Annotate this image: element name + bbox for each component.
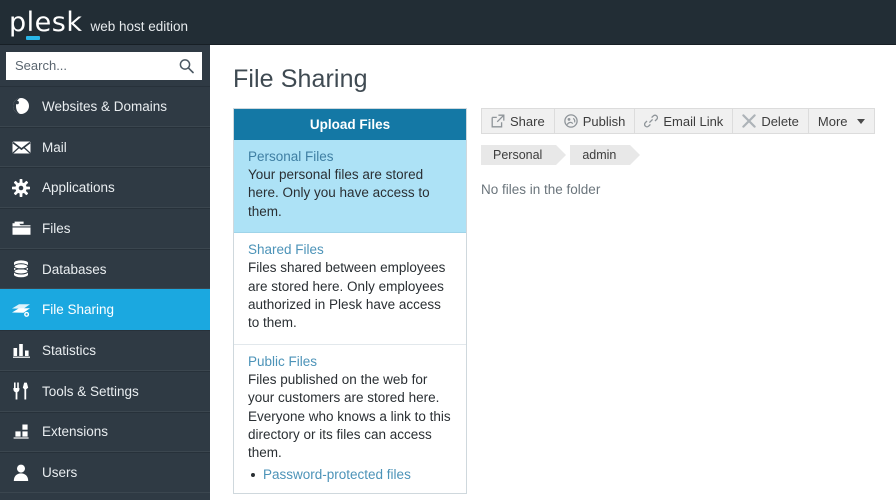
bar-chart-icon — [10, 339, 32, 361]
fork-knife-icon — [10, 380, 32, 402]
breadcrumb: Personal admin — [481, 145, 896, 165]
email-link-button[interactable]: Email Link — [634, 108, 733, 134]
content-row: Upload Files Personal Files Your persona… — [210, 94, 896, 494]
folder-description: Files published on the web for your cust… — [248, 371, 451, 461]
sidebar-item-label: Websites & Domains — [42, 98, 168, 114]
blocks-icon — [10, 421, 32, 443]
sidebar: Websites & Domains Mail — [0, 45, 210, 500]
sidebar-item-file-sharing[interactable]: File Sharing — [0, 289, 210, 331]
folder-link-shared-files[interactable]: Shared Files — [248, 242, 454, 257]
logo-edition-label: web host edition — [90, 18, 189, 34]
sidebar-item-databases[interactable]: Databases — [0, 248, 210, 290]
sidebar-item-label: File Sharing — [42, 302, 115, 318]
folder-description: Files shared between employees are store… — [248, 260, 446, 331]
folders-info-panel: Upload Files Personal Files Your persona… — [233, 108, 467, 494]
page-title: File Sharing — [233, 65, 368, 93]
sidebar-item-label: Mail — [42, 139, 67, 155]
sidebar-item-label: Extensions — [42, 424, 109, 440]
file-sharing-icon — [10, 299, 32, 321]
folder-block-public-files[interactable]: Public Files Files published on the web … — [234, 345, 466, 493]
sidebar-item-label: Statistics — [42, 342, 97, 358]
sidebar-item-label: Applications — [42, 180, 115, 196]
sidebar-item-files[interactable]: Files — [0, 208, 210, 249]
breadcrumb-item-admin[interactable]: admin — [570, 145, 641, 165]
empty-folder-message: No files in the folder — [481, 182, 601, 197]
list-item: Password-protected files — [248, 466, 454, 484]
share-icon — [491, 114, 505, 128]
envelope-icon — [10, 136, 32, 158]
sidebar-item-label: Databases — [42, 261, 107, 277]
delete-button-label: Delete — [761, 113, 799, 129]
files-toolbar: Share Publish Email Link Delete More — [481, 108, 896, 134]
plesk-logo[interactable]: plesk web host edition — [0, 6, 189, 40]
chevron-down-icon — [856, 118, 865, 124]
sidebar-item-label: Files — [42, 220, 71, 236]
delete-icon — [742, 114, 757, 128]
more-button-label: More — [817, 113, 848, 129]
folder-description: Your personal files are stored here. Onl… — [248, 167, 430, 219]
database-icon — [10, 258, 32, 280]
sidebar-item-tools-settings[interactable]: Tools & Settings — [0, 370, 210, 412]
sidebar-item-label: Tools & Settings — [42, 383, 139, 399]
delete-button[interactable]: Delete — [732, 108, 808, 134]
logo-wordmark: plesk — [9, 6, 83, 40]
user-icon — [10, 462, 32, 484]
link-icon — [644, 114, 659, 128]
folder-link-personal-files[interactable]: Personal Files — [248, 149, 454, 164]
sidebar-item-statistics[interactable]: Statistics — [0, 330, 210, 371]
publish-button[interactable]: Publish — [553, 108, 635, 134]
sidebar-nav: Websites & Domains Mail Applications Fil… — [0, 86, 210, 493]
folder-extra-links: Password-protected files — [248, 466, 454, 484]
publish-button-label: Publish — [582, 113, 626, 129]
breadcrumb-item-personal[interactable]: Personal — [481, 145, 567, 165]
plesk-app-window: plesk web host edition Search... Website… — [0, 0, 896, 500]
sidebar-search-row — [0, 45, 210, 86]
password-protected-files-link[interactable]: Password-protected files — [263, 467, 411, 482]
main-content: File Sharing Upload Files Personal Files… — [210, 45, 896, 500]
share-button[interactable]: Share — [481, 108, 554, 134]
logo-accent-underline — [26, 35, 40, 40]
folder-icon — [10, 217, 32, 239]
top-header-bar: plesk web host edition — [0, 0, 896, 45]
folder-link-public-files[interactable]: Public Files — [248, 354, 454, 369]
sidebar-item-websites-domains[interactable]: Websites & Domains — [0, 86, 210, 127]
sidebar-item-users[interactable]: Users — [0, 452, 210, 493]
publish-icon — [563, 114, 578, 128]
more-button[interactable]: More — [807, 108, 875, 134]
folder-block-shared-files[interactable]: Shared Files Files shared between employ… — [234, 233, 466, 345]
logo-text: plesk — [9, 6, 83, 38]
sidebar-item-applications[interactable]: Applications — [0, 167, 210, 209]
search-input[interactable] — [6, 51, 202, 80]
gear-icon — [10, 177, 32, 199]
sidebar-item-mail[interactable]: Mail — [0, 126, 210, 168]
share-button-label: Share — [510, 113, 545, 129]
sidebar-item-extensions[interactable]: Extensions — [0, 411, 210, 453]
upload-files-button[interactable]: Upload Files — [234, 109, 466, 140]
folder-block-personal-files[interactable]: Personal Files Your personal files are s… — [234, 140, 466, 234]
email-link-button-label: Email Link — [663, 113, 724, 129]
sidebar-item-label: Users — [42, 465, 78, 481]
search-box[interactable] — [6, 51, 202, 80]
globe-icon — [10, 95, 32, 117]
files-area: Share Publish Email Link Delete More Per… — [467, 108, 896, 494]
